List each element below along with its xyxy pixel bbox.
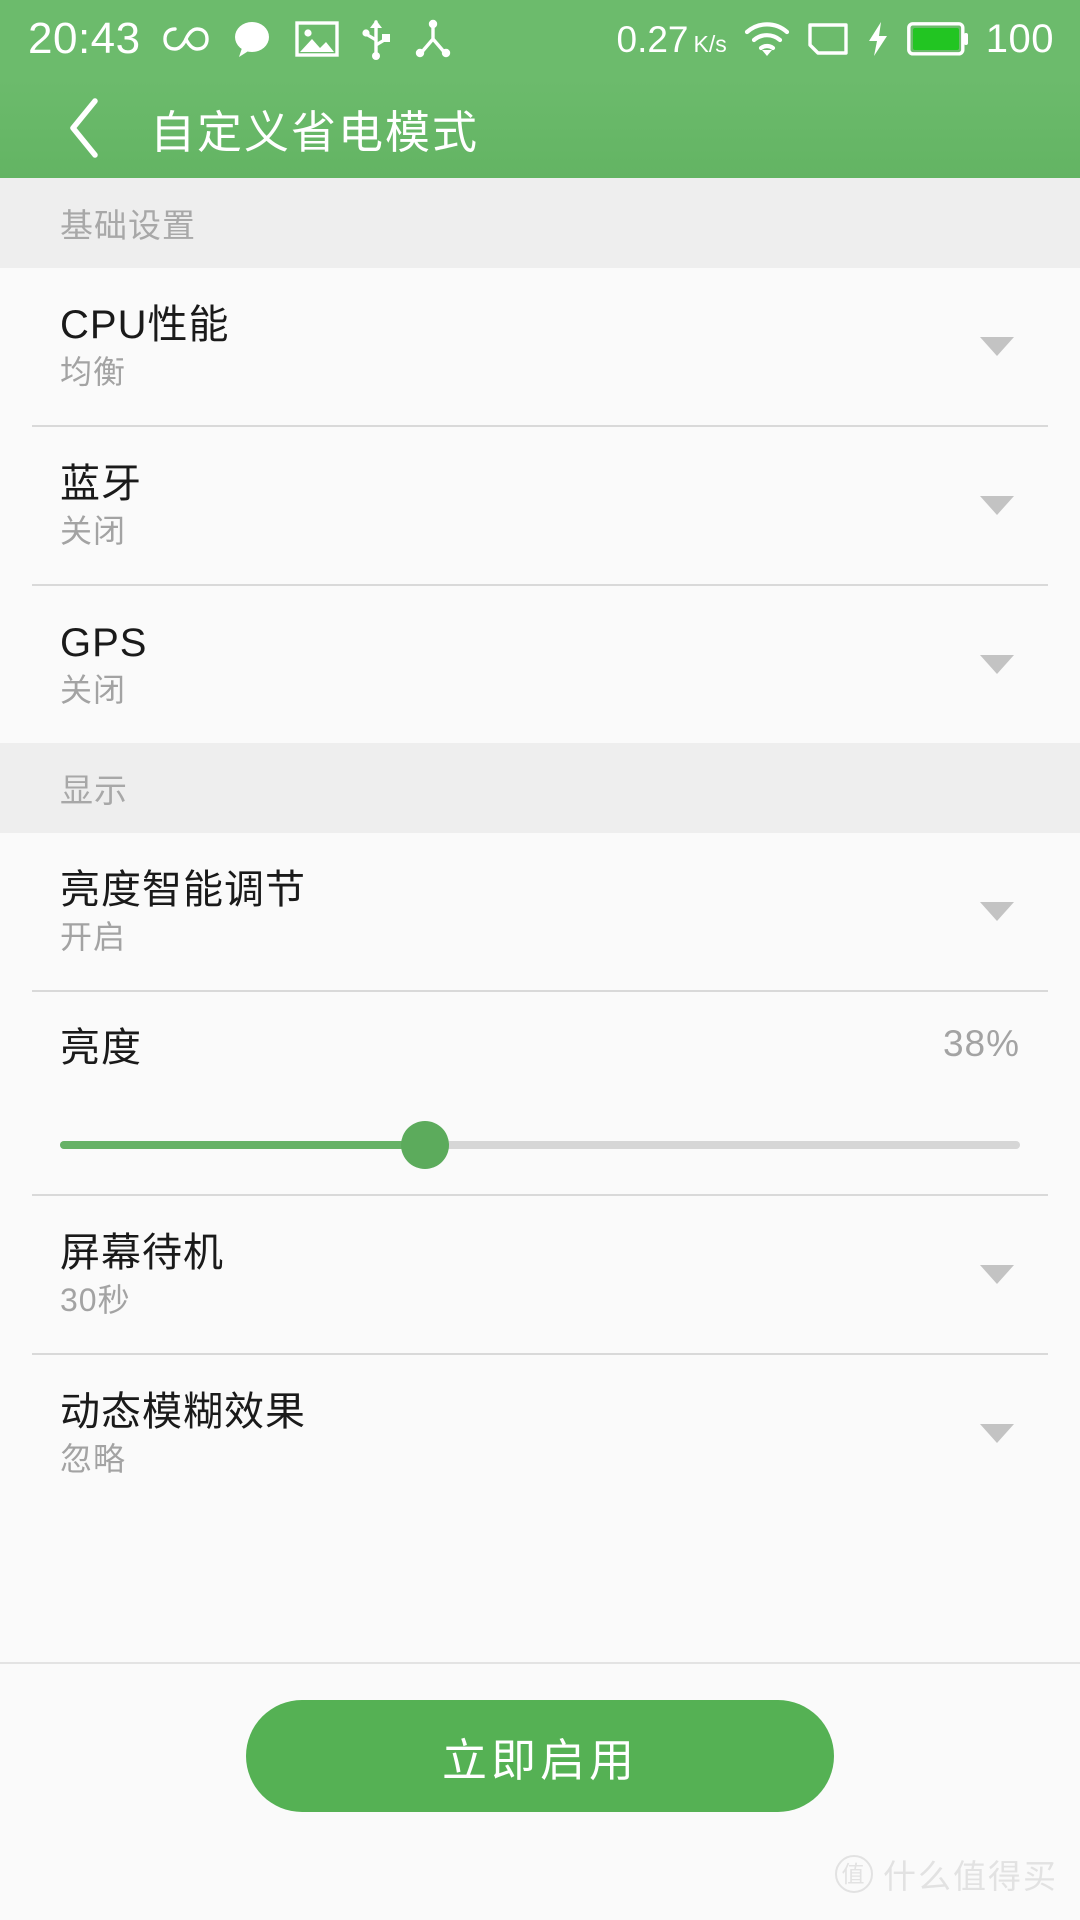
- network-rate-value: 0.27: [616, 18, 689, 60]
- section-header-display: 显示: [0, 743, 1080, 833]
- setting-row-brightness: 亮度 38%: [0, 992, 1080, 1194]
- chevron-down-icon[interactable]: [980, 337, 1014, 356]
- settings-list: 基础设置 CPU性能 均衡 蓝牙 关闭 GPS 关闭 显示 亮度智能调节 开启 …: [0, 178, 1080, 1662]
- infinity-icon: [162, 24, 209, 54]
- watermark-badge-icon: 值: [835, 1855, 873, 1893]
- status-bar-right: 0.27 K/s 100: [617, 19, 1055, 59]
- setting-value: 忽略: [60, 1440, 127, 1477]
- usb-icon: [361, 18, 391, 60]
- message-bubble-icon: [231, 20, 273, 58]
- chevron-down-icon[interactable]: [980, 496, 1014, 515]
- app-title-bar: 自定义省电模式: [0, 78, 1080, 178]
- brightness-slider[interactable]: [38, 1096, 1042, 1194]
- setting-row-texts: 蓝牙 关闭: [60, 463, 142, 549]
- setting-value: 均衡: [60, 353, 127, 390]
- network-rate-unit: K/s: [693, 30, 727, 57]
- status-bar-left: 20:43: [28, 17, 453, 61]
- setting-row-screen-timeout[interactable]: 屏幕待机 30秒: [0, 1196, 1080, 1353]
- setting-row-texts: GPS 关闭: [60, 622, 147, 708]
- watermark-text: 什么值得买: [883, 1858, 1058, 1895]
- wifi-icon: [744, 21, 790, 57]
- setting-row-texts: CPU性能 均衡: [60, 304, 229, 390]
- battery-icon: [906, 22, 969, 56]
- chevron-down-icon[interactable]: [980, 1265, 1014, 1284]
- setting-label: 动态模糊效果: [60, 1389, 306, 1434]
- setting-row-texts: 亮度智能调节 开启: [60, 869, 306, 955]
- footer-bar: 立即启用 值 什么值得买: [0, 1662, 1080, 1920]
- setting-label: 屏幕待机: [60, 1230, 224, 1275]
- setting-row-auto-brightness[interactable]: 亮度智能调节 开启: [0, 833, 1080, 990]
- charging-bolt-icon: [866, 21, 890, 57]
- setting-label: 蓝牙: [60, 461, 142, 506]
- setting-row-gps[interactable]: GPS 关闭: [0, 586, 1080, 743]
- back-button[interactable]: [48, 92, 120, 164]
- phone-screen: 20:43 0.27 K/s 100 自定义省电模式 基础设置 CPU性能 均衡…: [0, 0, 1080, 1920]
- tethering-icon: [413, 19, 453, 59]
- setting-row-texts: 动态模糊效果 忽略: [60, 1391, 306, 1477]
- brightness-percent-value: 38%: [942, 1023, 1020, 1064]
- section-header-basic: 基础设置: [0, 178, 1080, 268]
- setting-row-cpu-performance[interactable]: CPU性能 均衡: [0, 268, 1080, 425]
- sim-card-icon: [807, 22, 849, 56]
- image-icon: [294, 20, 339, 58]
- watermark: 值 什么值得买: [835, 1850, 1058, 1898]
- chevron-left-icon: [70, 98, 98, 158]
- network-rate: 0.27 K/s: [617, 21, 727, 58]
- setting-value: 关闭: [60, 671, 127, 708]
- setting-label: 亮度: [60, 1026, 142, 1070]
- setting-row-dynamic-blur[interactable]: 动态模糊效果 忽略: [0, 1355, 1080, 1512]
- chevron-down-icon[interactable]: [980, 1424, 1014, 1443]
- chevron-down-icon[interactable]: [980, 902, 1014, 921]
- status-bar: 20:43 0.27 K/s 100: [0, 0, 1080, 78]
- enable-now-button[interactable]: 立即启用: [246, 1700, 834, 1812]
- setting-value: 开启: [60, 918, 127, 955]
- chevron-down-icon[interactable]: [980, 655, 1014, 674]
- slider-track[interactable]: [60, 1121, 1020, 1169]
- setting-label: GPS: [60, 620, 148, 665]
- setting-label: CPU性能: [60, 302, 230, 347]
- setting-value: 关闭: [60, 512, 127, 549]
- brightness-header: 亮度 38%: [60, 992, 1020, 1096]
- slider-filled-track: [60, 1141, 425, 1149]
- setting-value: 30秒: [60, 1281, 131, 1318]
- battery-percent: 100: [985, 17, 1054, 61]
- page-title: 自定义省电模式: [150, 106, 480, 158]
- slider-thumb[interactable]: [400, 1121, 449, 1169]
- setting-row-bluetooth[interactable]: 蓝牙 关闭: [0, 427, 1080, 584]
- setting-label: 亮度智能调节: [60, 867, 306, 912]
- status-clock: 20:43: [28, 14, 141, 63]
- setting-row-texts: 屏幕待机 30秒: [60, 1232, 224, 1318]
